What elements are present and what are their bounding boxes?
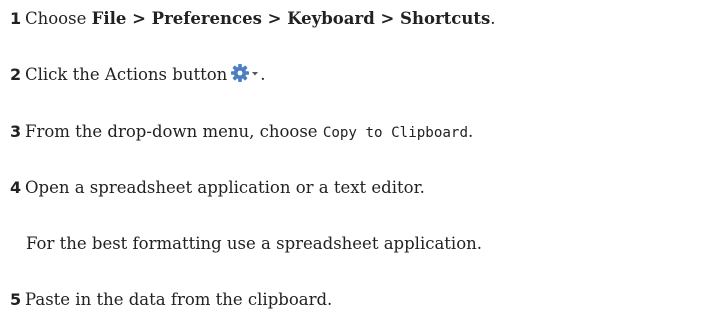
step-text: From the drop-down menu, choose xyxy=(25,122,323,141)
step-number: 2 xyxy=(10,65,22,84)
step-punctuation: . xyxy=(468,122,474,141)
menu-path: File > Preferences > Keyboard > Shortcut… xyxy=(91,9,491,28)
step-text: Click the Actions button xyxy=(25,65,228,84)
step-text: Open a spreadsheet application or a text… xyxy=(25,178,425,197)
step-5: 5 Paste in the data from the clipboard. xyxy=(10,288,332,312)
step-number: 1 xyxy=(10,9,22,28)
gear-with-dropdown-icon xyxy=(230,64,260,91)
step-number: 3 xyxy=(10,122,22,141)
instruction-steps: 1 Choose File > Preferences > Keyboard > … xyxy=(10,0,726,332)
step-text: Paste in the data from the clipboard. xyxy=(25,290,333,309)
step-number: 4 xyxy=(10,178,22,197)
step-note: For the best formatting use a spreadshee… xyxy=(26,232,482,256)
step-4: 4 Open a spreadsheet application or a tex… xyxy=(10,176,425,200)
step-2: 2 Click the Actions button . xyxy=(10,63,266,87)
step-text: Choose xyxy=(25,9,92,28)
step-punctuation: . xyxy=(260,65,266,84)
step-3: 3 From the drop-down menu, choose Copy to… xyxy=(10,120,473,144)
menu-command: Copy to Clipboard xyxy=(322,125,469,141)
note-text: For the best formatting use a spreadshee… xyxy=(26,234,483,253)
step-number: 5 xyxy=(10,290,22,309)
step-punctuation: . xyxy=(490,9,496,28)
step-1: 1 Choose File > Preferences > Keyboard > … xyxy=(10,7,495,31)
